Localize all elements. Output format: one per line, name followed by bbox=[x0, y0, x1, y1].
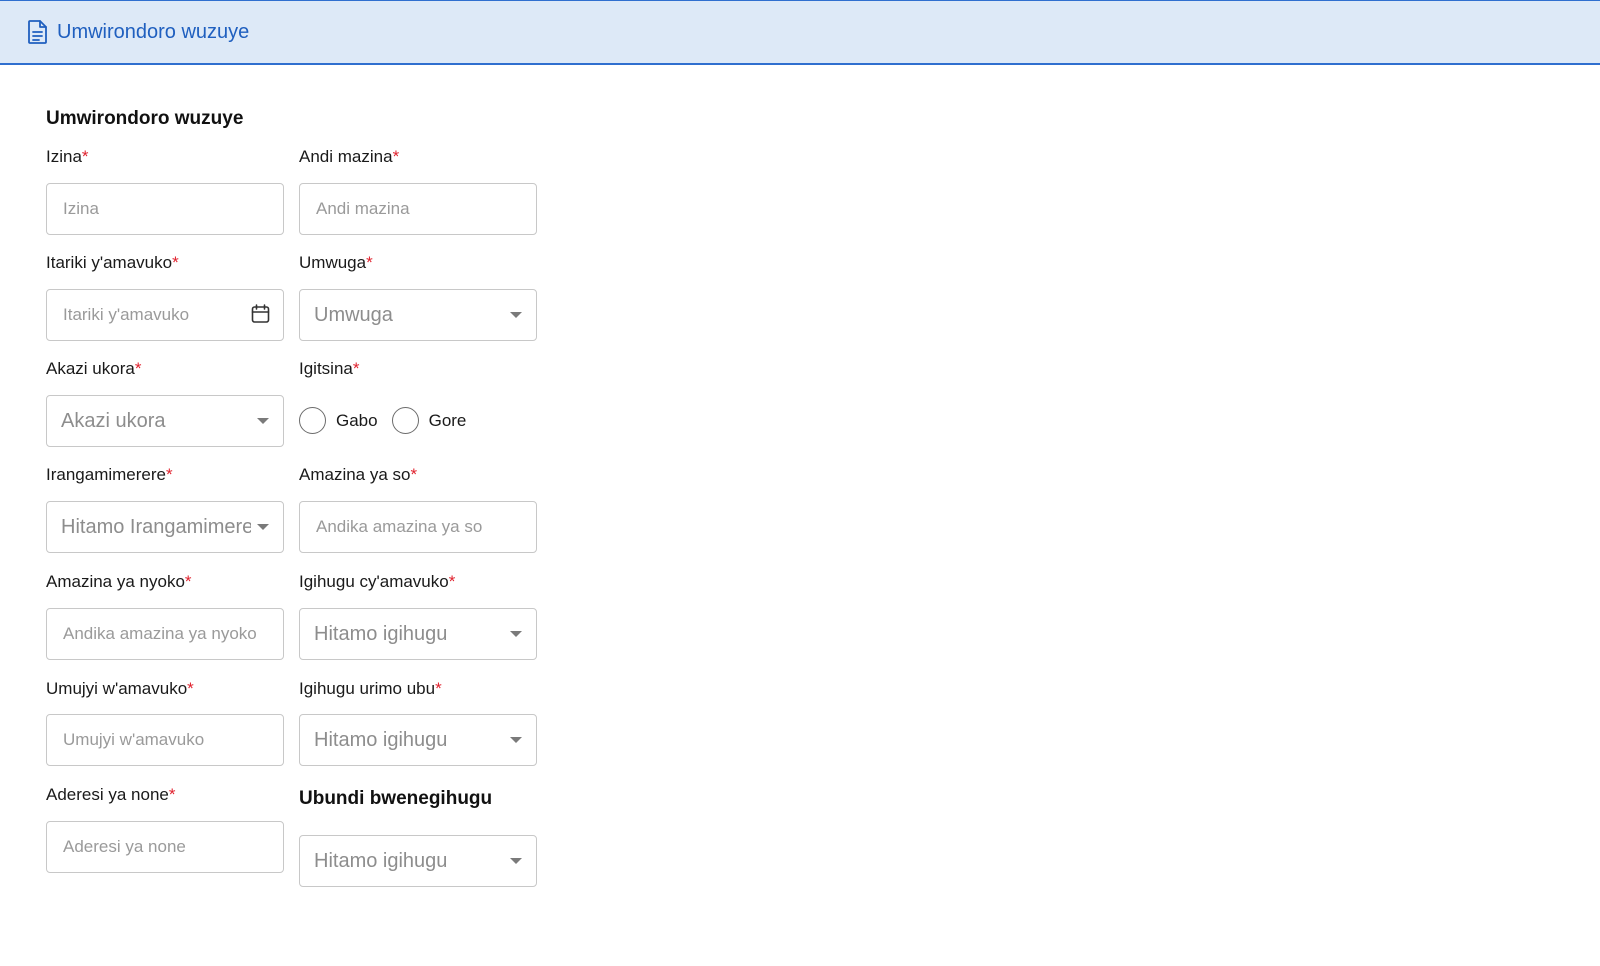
chevron-down-icon bbox=[510, 631, 522, 637]
mother-name-label: Amazina ya nyoko* bbox=[46, 572, 192, 591]
other-names-input[interactable] bbox=[299, 183, 537, 235]
birth-country-label: Igihugu cy'amavuko* bbox=[299, 572, 456, 591]
radio-button[interactable] bbox=[391, 407, 419, 434]
birth-country-select[interactable]: Hitamo igihugu bbox=[299, 608, 537, 660]
dual-nationality-select-value: Hitamo igihugu bbox=[314, 849, 448, 872]
occupation-select-value: Akazi ukora bbox=[61, 409, 166, 432]
origin-select[interactable]: Umwuga bbox=[299, 289, 537, 341]
chevron-down-icon bbox=[257, 418, 269, 424]
marital-status-select[interactable]: Hitamo Irangamimerere bbox=[46, 501, 284, 553]
current-address-label: Aderesi ya none* bbox=[46, 785, 176, 804]
gender-label: Igitsina* bbox=[299, 359, 360, 378]
dual-nationality-select[interactable]: Hitamo igihugu bbox=[299, 835, 537, 887]
gender-radio-group: Gabo Gore bbox=[299, 407, 480, 434]
chevron-down-icon bbox=[510, 858, 522, 864]
dual-nationality-title: Ubundi bwenegihugu bbox=[299, 788, 493, 809]
marital-status-select-value: Hitamo Irangamimerere bbox=[61, 515, 251, 538]
occupation-select[interactable]: Akazi ukora bbox=[46, 395, 284, 447]
occupation-label: Akazi ukora* bbox=[46, 359, 142, 378]
marital-status-label: Irangamimerere* bbox=[46, 465, 173, 484]
origin-select-value: Umwuga bbox=[314, 303, 393, 326]
current-address-input[interactable] bbox=[46, 821, 284, 873]
birth-date-label: Itariki y'amavuko* bbox=[46, 253, 179, 272]
other-names-label: Andi mazina* bbox=[299, 147, 400, 166]
birth-city-input[interactable] bbox=[46, 714, 284, 766]
chevron-down-icon bbox=[257, 524, 269, 530]
header-title: Umwirondoro wuzuye bbox=[57, 20, 250, 43]
residence-country-label: Igihugu urimo ubu* bbox=[299, 679, 442, 698]
father-name-label: Amazina ya so* bbox=[299, 465, 418, 484]
section-title: Umwirondoro wuzuye bbox=[46, 108, 244, 129]
chevron-down-icon bbox=[510, 312, 522, 318]
residence-country-select[interactable]: Hitamo igihugu bbox=[299, 714, 537, 766]
father-name-input[interactable] bbox=[299, 501, 537, 553]
birth-date-picker[interactable] bbox=[46, 289, 284, 341]
gender-option-male[interactable]: Gabo bbox=[299, 407, 378, 434]
origin-label: Umwuga* bbox=[299, 253, 373, 272]
birth-country-select-value: Hitamo igihugu bbox=[314, 622, 448, 645]
document-icon bbox=[27, 19, 49, 45]
gender-option-female[interactable]: Gore bbox=[391, 407, 466, 434]
radio-button[interactable] bbox=[299, 407, 326, 434]
birth-date-input[interactable] bbox=[46, 289, 284, 341]
page-header: Umwirondoro wuzuye bbox=[0, 0, 1600, 65]
chevron-down-icon bbox=[510, 737, 522, 743]
birth-city-label: Umujyi w'amavuko* bbox=[46, 679, 194, 698]
residence-country-select-value: Hitamo igihugu bbox=[314, 728, 448, 751]
mother-name-input[interactable] bbox=[46, 608, 284, 660]
first-name-label: Izina* bbox=[46, 147, 89, 166]
first-name-input[interactable] bbox=[46, 183, 284, 235]
calendar-icon[interactable] bbox=[251, 304, 270, 324]
